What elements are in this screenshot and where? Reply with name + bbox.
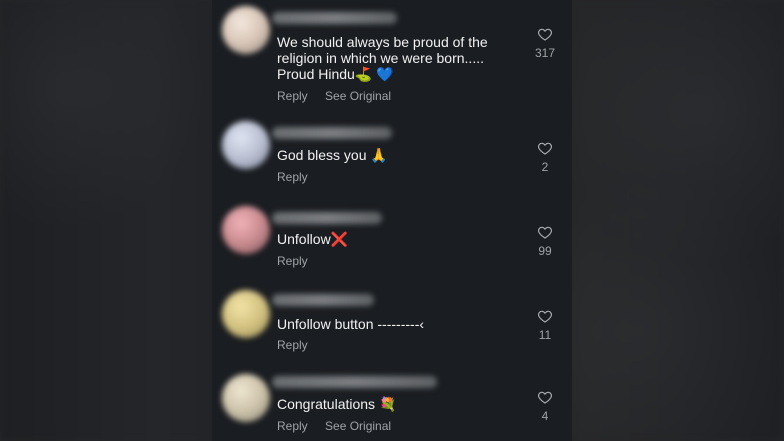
- avatar[interactable]: [222, 374, 270, 422]
- avatar[interactable]: [222, 290, 270, 338]
- comment-4: Unfollow button ---------‹ Reply 11: [212, 286, 572, 366]
- see-original-button[interactable]: See Original: [325, 419, 391, 433]
- like-control: 2: [530, 140, 560, 174]
- reply-button[interactable]: Reply: [277, 254, 308, 268]
- avatar[interactable]: [222, 121, 270, 169]
- like-count: 317: [534, 46, 556, 60]
- comment-5: Congratulations 💐 Reply See Original 4: [212, 370, 572, 441]
- avatar[interactable]: [222, 6, 270, 54]
- username-blurred[interactable]: [272, 12, 397, 24]
- comment-text: We should always be proud of the religio…: [277, 34, 488, 82]
- username-blurred[interactable]: [272, 376, 437, 388]
- heart-icon[interactable]: [537, 308, 553, 324]
- comment-1: We should always be proud of the religio…: [212, 0, 572, 110]
- reply-button[interactable]: Reply: [277, 170, 308, 184]
- like-control: 11: [530, 308, 560, 342]
- heart-icon[interactable]: [537, 26, 553, 42]
- heart-icon[interactable]: [537, 389, 553, 405]
- comment-actions: Reply: [277, 170, 322, 184]
- username-blurred[interactable]: [272, 127, 392, 139]
- comment-actions: Reply: [277, 338, 322, 352]
- see-original-button[interactable]: See Original: [325, 89, 391, 103]
- like-count: 99: [538, 244, 552, 258]
- comment-text: Unfollow❌: [277, 231, 349, 247]
- reply-button[interactable]: Reply: [277, 89, 308, 103]
- reply-button[interactable]: Reply: [277, 338, 308, 352]
- avatar[interactable]: [222, 206, 270, 254]
- like-count: 2: [541, 160, 549, 174]
- like-control: 4: [530, 389, 560, 423]
- comment-text: Unfollow button ---------‹: [277, 316, 425, 332]
- comment-3: Unfollow❌ Reply 99: [212, 202, 572, 278]
- comment-actions: Reply See Original: [277, 419, 405, 433]
- username-blurred[interactable]: [272, 212, 382, 224]
- comment-text: Congratulations 💐: [277, 396, 397, 412]
- heart-icon[interactable]: [537, 224, 553, 240]
- comment-2: God bless you 🙏 Reply 2: [212, 118, 572, 194]
- username-blurred[interactable]: [272, 294, 374, 306]
- like-count: 4: [541, 409, 549, 423]
- reply-button[interactable]: Reply: [277, 419, 308, 433]
- like-control: 317: [530, 26, 560, 60]
- like-count: 11: [538, 328, 552, 342]
- comment-actions: Reply: [277, 254, 322, 268]
- comment-text: God bless you 🙏: [277, 147, 388, 163]
- heart-icon[interactable]: [537, 140, 553, 156]
- like-control: 99: [530, 224, 560, 258]
- comment-actions: Reply See Original: [277, 89, 405, 103]
